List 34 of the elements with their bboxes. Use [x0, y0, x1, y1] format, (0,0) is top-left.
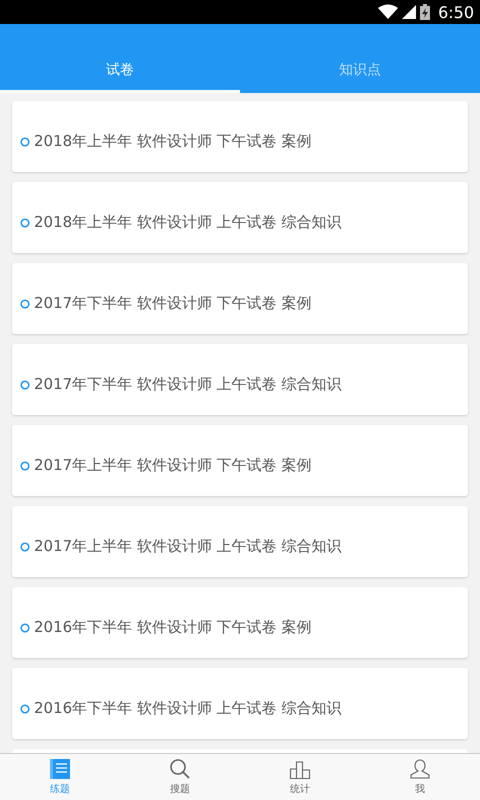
- book-icon: [49, 758, 71, 780]
- signal-icon: [402, 5, 416, 19]
- circle-icon: [20, 298, 30, 308]
- person-icon: [409, 758, 431, 780]
- circle-icon: [20, 622, 30, 632]
- paper-title: 2016年下半年 软件设计师 上午试卷 综合知识: [34, 699, 342, 718]
- paper-title: 2017年下半年 软件设计师 下午试卷 案例: [34, 294, 312, 313]
- nav-item[interactable]: 搜题: [120, 754, 240, 800]
- paper-title: 2018年上半年 软件设计师 下午试卷 案例: [34, 132, 312, 151]
- search-icon: [169, 758, 191, 780]
- circle-icon: [20, 704, 30, 714]
- nav-item[interactable]: 统计: [240, 754, 360, 800]
- nav-item[interactable]: 我: [360, 754, 480, 800]
- paper-card[interactable]: 2017年上半年 软件设计师 上午试卷 综合知识: [12, 506, 468, 577]
- circle-icon: [20, 460, 30, 470]
- paper-title: 2016年下半年 软件设计师 下午试卷 案例: [34, 618, 312, 637]
- paper-title: 2017年上半年 软件设计师 上午试卷 综合知识: [34, 537, 342, 556]
- paper-title: 2017年上半年 软件设计师 下午试卷 案例: [34, 456, 312, 475]
- battery-icon: [420, 4, 430, 20]
- paper-card[interactable]: 2017年下半年 软件设计师 上午试卷 综合知识: [12, 344, 468, 415]
- circle-icon: [20, 218, 30, 228]
- paper-title: 2017年下半年 软件设计师 上午试卷 综合知识: [34, 375, 342, 394]
- wifi-icon: [378, 4, 398, 20]
- paper-title: 2018年上半年 软件设计师 上午试卷 综合知识: [34, 213, 342, 232]
- paper-card[interactable]: 2016年下半年 软件设计师 下午试卷 案例: [12, 587, 468, 658]
- paper-card[interactable]: 2016年下半年 软件设计师 上午试卷 综合知识: [12, 668, 468, 739]
- circle-icon: [20, 542, 30, 552]
- paper-card[interactable]: 2018年上半年 软件设计师 下午试卷 案例: [12, 101, 468, 172]
- circle-icon: [20, 136, 30, 146]
- paper-card[interactable]: 2017年上半年 软件设计师 下午试卷 案例: [12, 425, 468, 496]
- paper-card[interactable]: 2018年上半年 软件设计师 上午试卷 综合知识: [12, 182, 468, 253]
- clock-time: 6:50: [438, 2, 474, 22]
- circle-icon: [20, 380, 30, 390]
- paper-card[interactable]: 2017年下半年 软件设计师 下午试卷 案例: [12, 263, 468, 334]
